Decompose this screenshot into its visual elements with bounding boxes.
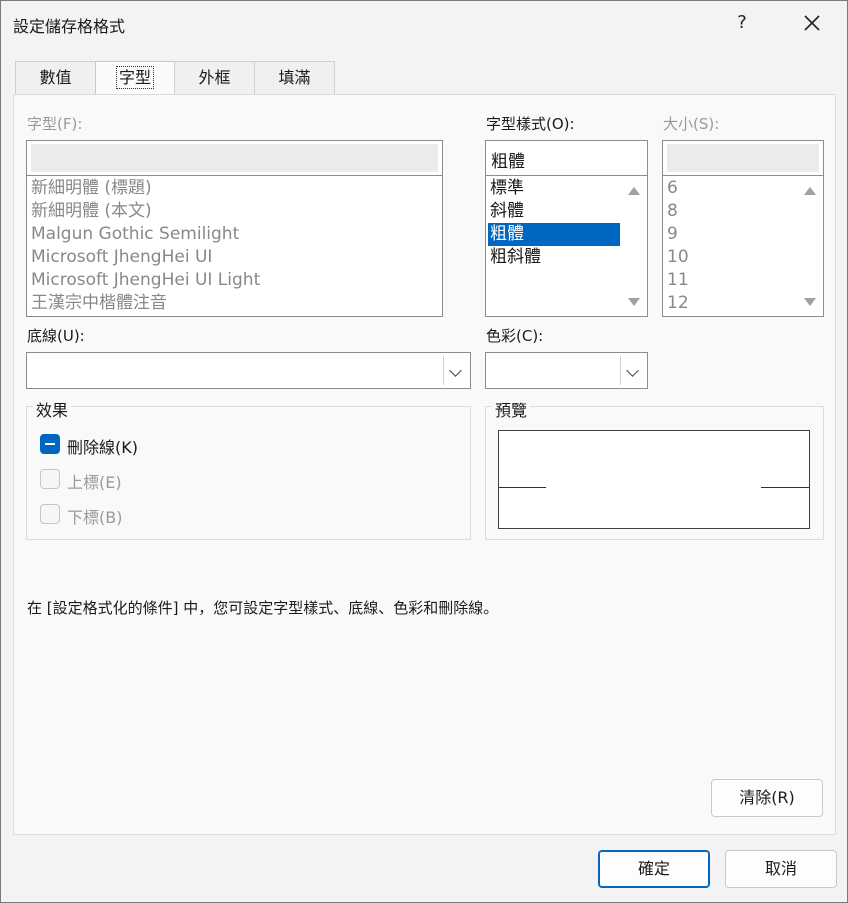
help-button[interactable]: ? (717, 3, 767, 43)
preview-title: 預覽 (492, 397, 531, 421)
tab-font-label: 字型 (115, 66, 155, 89)
font-list-item[interactable]: 王漢宗中楷體注音 (31, 292, 167, 315)
info-text: 在 [設定格式化的條件] 中，您可設定字型樣式、底線、色彩和刪除線。 (27, 599, 499, 617)
size-scroll-down-icon[interactable] (804, 298, 816, 306)
tab-border-label: 外框 (198, 68, 231, 87)
size-list-item[interactable]: 6 (667, 177, 678, 200)
tab-font[interactable]: 字型 (95, 61, 175, 95)
font-list-item[interactable]: Microsoft JhengHei UI (31, 246, 212, 269)
strikethrough-label[interactable]: 刪除線(K) (67, 434, 138, 458)
font-style-list-item[interactable]: 標準 (490, 177, 524, 200)
subscript-checkbox[interactable] (40, 504, 60, 524)
font-list-item[interactable]: Microsoft JhengHei UI Light (31, 269, 260, 292)
ok-button[interactable]: 確定 (598, 850, 710, 888)
size-list-item[interactable]: 11 (667, 269, 689, 292)
strikethrough-checkbox[interactable] (40, 434, 60, 454)
tab-border[interactable]: 外框 (174, 61, 255, 94)
font-style-scroll-up-icon[interactable] (628, 187, 640, 195)
title-bar: 設定儲存格格式 ? (1, 1, 847, 46)
clear-button[interactable]: 清除(R) (711, 779, 823, 817)
color-dropdown-button[interactable] (620, 356, 645, 385)
color-label: 色彩(C): (486, 327, 544, 345)
color-dropdown[interactable] (485, 352, 648, 389)
font-style-scroll-down-icon[interactable] (628, 298, 640, 306)
size-scroll-up-icon[interactable] (804, 187, 816, 195)
preview-baseline-left (499, 487, 546, 488)
tab-number-label: 數值 (39, 68, 72, 87)
underline-dropdown[interactable] (26, 352, 471, 389)
format-cells-dialog: 設定儲存格格式 ? 數值 字型 外框 填滿 字型(F): 新細明體 (標題) 新… (0, 0, 848, 903)
cancel-button[interactable]: 取消 (725, 850, 837, 888)
font-list-item[interactable]: 新細明體 (標題) (31, 177, 152, 200)
font-list-item[interactable]: 新細明體 (本文) (31, 200, 152, 223)
font-style-list-item[interactable]: 粗斜體 (490, 246, 541, 269)
font-input-disabled-fill (31, 144, 438, 172)
tab-fill-label: 填滿 (278, 68, 311, 87)
dialog-title: 設定儲存格格式 (13, 17, 126, 36)
font-style-input-value: 粗體 (491, 152, 525, 172)
chevron-down-icon (449, 364, 462, 377)
size-label: 大小(S): (663, 115, 720, 133)
superscript-checkbox[interactable] (40, 469, 60, 489)
preview-baseline-right (761, 487, 809, 488)
underline-dropdown-button[interactable] (443, 356, 468, 385)
underline-label: 底線(U): (27, 327, 85, 345)
font-input[interactable] (26, 140, 443, 176)
subscript-label[interactable]: 下標(B) (67, 504, 122, 528)
font-style-label: 字型樣式(O): (486, 115, 575, 133)
font-style-list-item[interactable]: 斜體 (490, 200, 524, 223)
font-list[interactable]: 新細明體 (標題) 新細明體 (本文) Malgun Gothic Semili… (26, 175, 443, 317)
size-input[interactable] (662, 140, 824, 176)
chevron-down-icon (626, 364, 639, 377)
effects-title: 效果 (33, 397, 72, 421)
size-list-item[interactable]: 8 (667, 200, 678, 223)
font-style-list[interactable]: 標準 斜體 粗體 粗斜體 (485, 175, 648, 317)
tab-number[interactable]: 數值 (15, 61, 96, 94)
close-icon (804, 15, 820, 31)
font-label: 字型(F): (27, 115, 83, 133)
size-input-disabled-fill (667, 144, 819, 172)
superscript-label[interactable]: 上標(E) (67, 469, 122, 493)
size-list-item[interactable]: 12 (667, 292, 689, 315)
size-list[interactable]: 6 8 9 10 11 12 (662, 175, 824, 317)
close-button[interactable] (787, 3, 837, 43)
font-style-list-item-selected[interactable]: 粗體 (488, 223, 620, 246)
preview-sample (498, 430, 810, 529)
font-style-input[interactable]: 粗體 (485, 140, 648, 176)
size-list-item[interactable]: 10 (667, 246, 689, 269)
tab-fill[interactable]: 填滿 (254, 61, 335, 94)
size-list-item[interactable]: 9 (667, 223, 678, 246)
font-list-item[interactable]: Malgun Gothic Semilight (31, 223, 239, 246)
